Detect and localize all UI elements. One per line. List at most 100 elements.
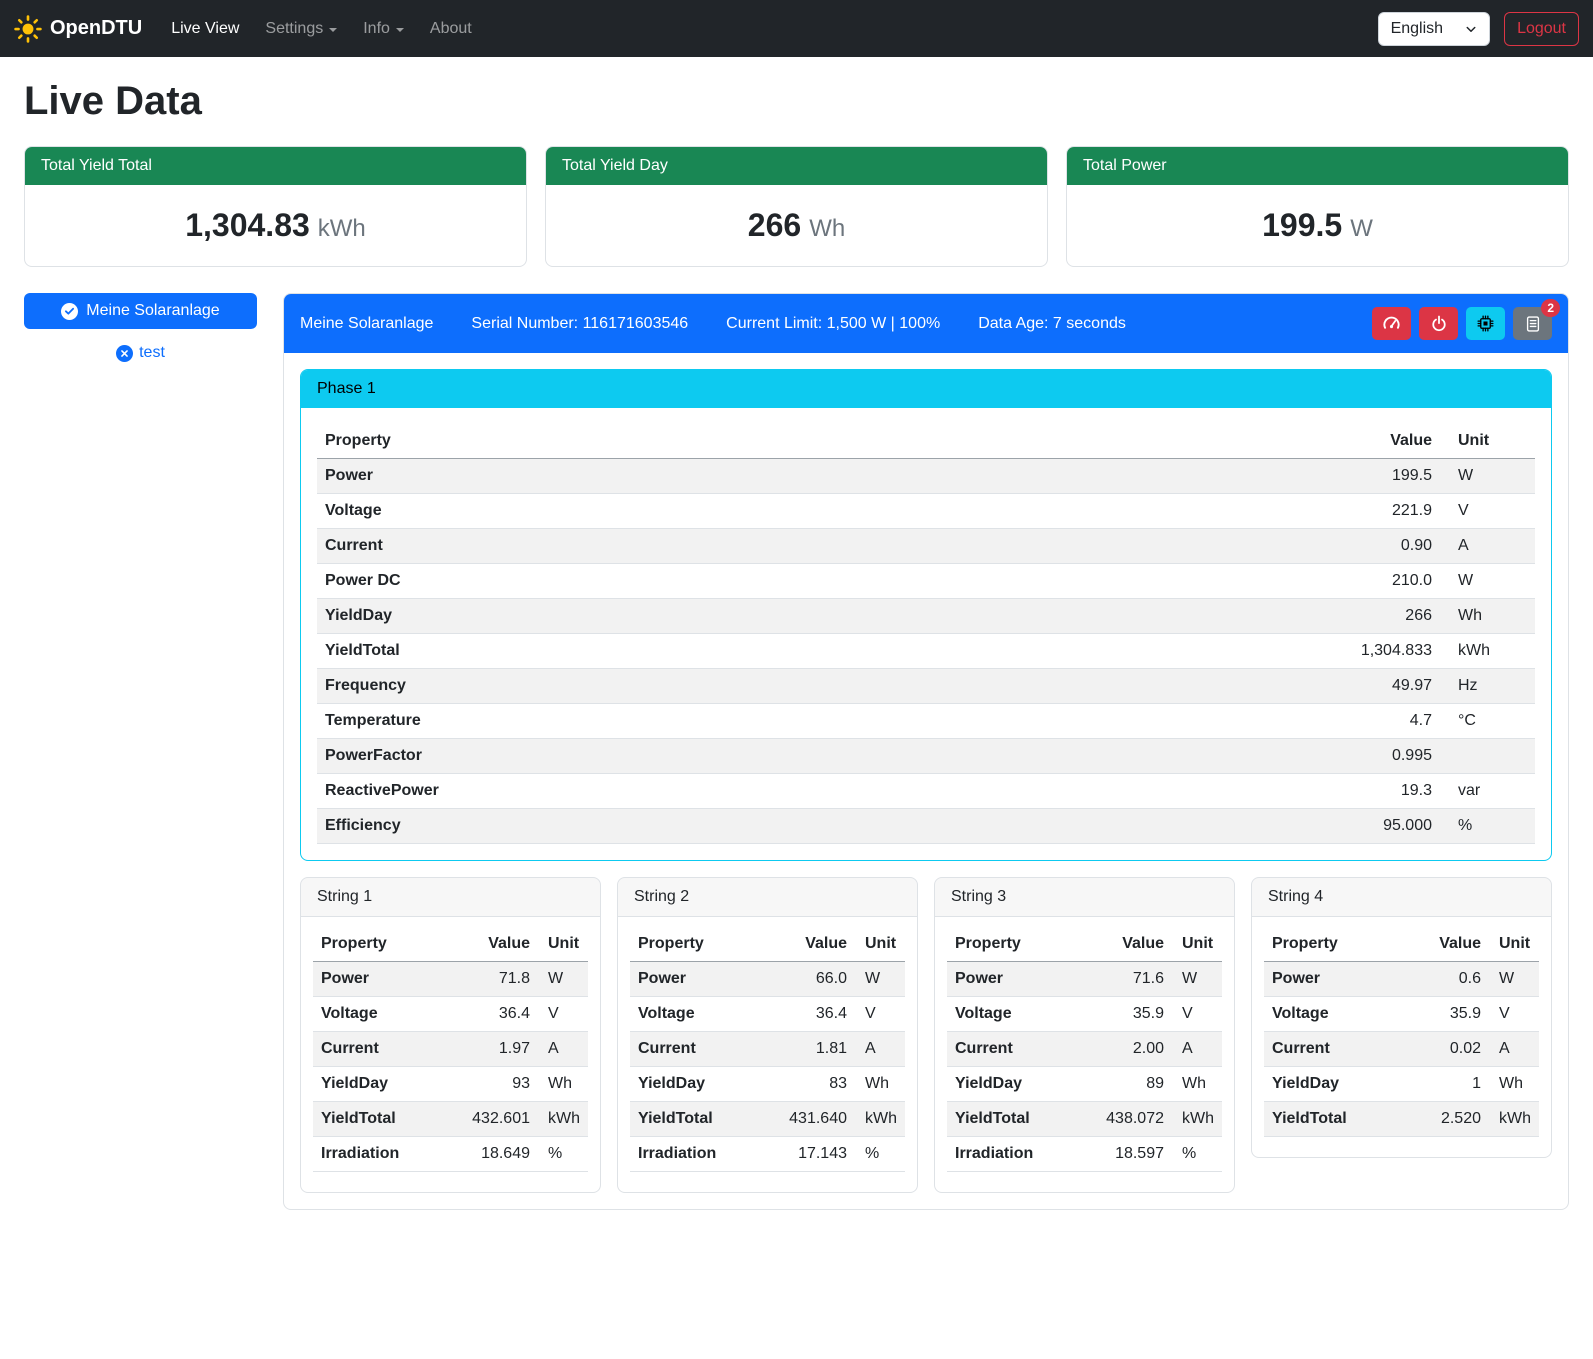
string-4-card: String 4 Property Value Unit xyxy=(1251,877,1552,1158)
card-title: Total Power xyxy=(1067,147,1568,185)
table-row: YieldDay266Wh xyxy=(317,599,1535,634)
limit-settings-button[interactable] xyxy=(1372,307,1411,340)
inverter-selector-active[interactable]: Meine Solaranlage xyxy=(24,293,257,329)
table-row: YieldTotal432.601kWh xyxy=(313,1102,588,1137)
logout-button[interactable]: Logout xyxy=(1504,12,1579,46)
nav-settings[interactable]: Settings xyxy=(252,12,350,46)
inverter-data-age: Data Age: 7 seconds xyxy=(978,315,1126,333)
inverter-panel: Meine Solaranlage Serial Number: 1161716… xyxy=(283,293,1569,1210)
table-row: Current1.81A xyxy=(630,1032,905,1067)
table-row: Irradiation18.597% xyxy=(947,1137,1222,1172)
col-property: Property xyxy=(947,927,1073,962)
brand-link[interactable]: OpenDTU xyxy=(14,15,142,43)
phase-1-card: Phase 1 Property Value Unit xyxy=(300,369,1552,861)
col-unit: Unit xyxy=(855,927,905,962)
language-select[interactable]: English xyxy=(1378,12,1490,46)
nav-info-label: Info xyxy=(363,20,390,38)
device-info-button[interactable] xyxy=(1466,307,1505,340)
col-unit: Unit xyxy=(538,927,588,962)
navbar: OpenDTU Live View Settings Info About En… xyxy=(0,0,1593,57)
col-value: Value xyxy=(756,927,855,962)
card-unit: W xyxy=(1350,215,1373,242)
card-title: Total Yield Day xyxy=(546,147,1047,185)
table-row: Efficiency95.000% xyxy=(317,809,1535,844)
total-yield-day-card: Total Yield Day 266Wh xyxy=(545,146,1048,267)
sun-logo-icon xyxy=(14,15,42,43)
col-property: Property xyxy=(313,927,439,962)
string-title: String 1 xyxy=(301,878,600,917)
strings-row: String 1 Property Value Unit xyxy=(300,877,1552,1193)
table-row: YieldTotal1,304.833kWh xyxy=(317,634,1535,669)
table-row: Voltage221.9V xyxy=(317,494,1535,529)
table-row: Power71.8W xyxy=(313,962,588,997)
card-title: Total Yield Total xyxy=(25,147,526,185)
table-row: Temperature4.7°C xyxy=(317,704,1535,739)
string-title: String 3 xyxy=(935,878,1234,917)
inverter-serial: Serial Number: 116171603546 xyxy=(471,315,688,333)
brand-label: OpenDTU xyxy=(50,17,142,40)
inverter-test-label: test xyxy=(139,344,165,362)
table-row: Voltage35.9V xyxy=(947,997,1222,1032)
phase-table: Property Value Unit Power199.5W Voltage2… xyxy=(317,424,1535,844)
string-table: Property Value Unit Power71.6W Voltage35… xyxy=(947,927,1222,1172)
summary-cards: Total Yield Total 1,304.83 kWh Total Yiel… xyxy=(24,146,1569,267)
string-title: String 2 xyxy=(618,878,917,917)
inverter-selector-label: Meine Solaranlage xyxy=(86,302,219,320)
x-circle-icon xyxy=(116,345,133,362)
table-row: Power DC210.0W xyxy=(317,564,1535,599)
string-table: Property Value Unit Power66.0W Voltage36… xyxy=(630,927,905,1172)
col-unit: Unit xyxy=(1440,424,1535,459)
card-value: 199.5 xyxy=(1262,207,1342,243)
string-title: String 4 xyxy=(1252,878,1551,917)
string-3-card: String 3 Property Value Unit xyxy=(934,877,1235,1193)
string-1-card: String 1 Property Value Unit xyxy=(300,877,601,1193)
chevron-down-icon xyxy=(396,28,404,32)
chevron-down-icon xyxy=(329,28,337,32)
table-row: Current0.02A xyxy=(1264,1032,1539,1067)
inverter-panel-header: Meine Solaranlage Serial Number: 1161716… xyxy=(284,294,1568,353)
nav-live-view[interactable]: Live View xyxy=(158,12,252,46)
power-icon xyxy=(1430,315,1448,333)
table-row: Current2.00A xyxy=(947,1032,1222,1067)
cpu-icon xyxy=(1476,314,1495,333)
table-row: Irradiation17.143% xyxy=(630,1137,905,1172)
table-row: ReactivePower19.3var xyxy=(317,774,1535,809)
table-row: YieldDay1Wh xyxy=(1264,1067,1539,1102)
card-value: 1,304.83 xyxy=(185,207,310,243)
table-row: Current1.97A xyxy=(313,1032,588,1067)
table-row: Power71.6W xyxy=(947,962,1222,997)
table-row: YieldDay89Wh xyxy=(947,1067,1222,1102)
check-circle-icon xyxy=(61,303,78,320)
table-row: PowerFactor0.995 xyxy=(317,739,1535,774)
gauge-icon xyxy=(1382,314,1401,333)
col-value: Value xyxy=(439,927,538,962)
event-count-badge: 2 xyxy=(1541,299,1560,317)
col-value: Value xyxy=(1073,927,1172,962)
table-row: YieldTotal438.072kWh xyxy=(947,1102,1222,1137)
table-row: Voltage35.9V xyxy=(1264,997,1539,1032)
card-value: 266 xyxy=(748,207,801,243)
table-row: Power0.6W xyxy=(1264,962,1539,997)
table-row: Power66.0W xyxy=(630,962,905,997)
power-button[interactable] xyxy=(1419,307,1458,340)
table-row: Current0.90A xyxy=(317,529,1535,564)
col-value: Value xyxy=(1401,927,1489,962)
table-row: YieldDay83Wh xyxy=(630,1067,905,1102)
col-value: Value xyxy=(989,424,1440,459)
col-property: Property xyxy=(1264,927,1401,962)
card-unit: kWh xyxy=(318,215,366,242)
string-table: Property Value Unit Power0.6W Voltage35.… xyxy=(1264,927,1539,1137)
total-yield-total-card: Total Yield Total 1,304.83 kWh xyxy=(24,146,527,267)
nav-about[interactable]: About xyxy=(417,12,485,46)
nav-settings-label: Settings xyxy=(265,20,323,38)
total-power-card: Total Power 199.5 W xyxy=(1066,146,1569,267)
phase-title: Phase 1 xyxy=(301,370,1551,408)
nav-info[interactable]: Info xyxy=(350,12,417,46)
table-row: Voltage36.4V xyxy=(313,997,588,1032)
table-row: Irradiation18.649% xyxy=(313,1137,588,1172)
event-log-button[interactable]: 2 xyxy=(1513,307,1552,340)
inverter-selector-test[interactable]: test xyxy=(24,344,257,362)
chevron-down-icon xyxy=(1465,23,1477,35)
col-property: Property xyxy=(630,927,756,962)
table-row: Power199.5W xyxy=(317,459,1535,494)
